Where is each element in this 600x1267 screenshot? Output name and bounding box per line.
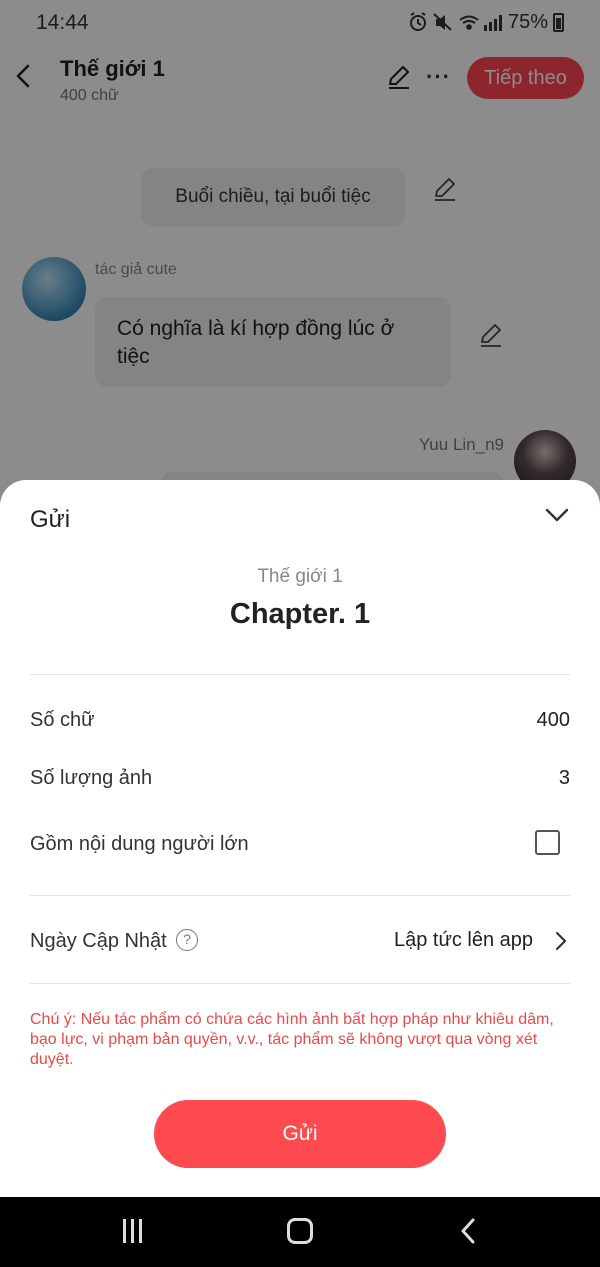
submit-bottom-sheet: Gửi Thế giới 1 Chapter. 1 Số chữ 400 Số …	[0, 480, 600, 1197]
back-icon[interactable]	[460, 1218, 476, 1244]
system-nav-bar	[0, 1197, 600, 1267]
chapter-name: Chapter. 1	[229, 598, 371, 630]
update-date-label: Ngày Cập Nhật	[30, 930, 167, 952]
chevron-down-icon[interactable]	[543, 506, 571, 524]
chevron-right-icon[interactable]	[555, 931, 567, 951]
image-count-value: 3	[558, 767, 570, 789]
recent-apps-icon[interactable]	[121, 1219, 145, 1243]
sheet-title: Gửi	[30, 506, 71, 533]
word-count-label: Số chữ	[30, 709, 95, 731]
divider	[30, 895, 570, 896]
submit-button[interactable]: Gửi	[154, 1100, 446, 1168]
content-notice: Chú ý: Nếu tác phẩm có chứa các hình ảnh…	[30, 1011, 554, 1068]
home-icon[interactable]	[287, 1218, 313, 1244]
work-name: Thế giới 1	[257, 566, 343, 587]
adult-content-checkbox[interactable]	[535, 830, 560, 855]
divider	[30, 983, 570, 984]
help-icon[interactable]: ?	[176, 929, 198, 951]
adult-content-label: Gồm nội dung người lớn	[30, 833, 249, 855]
divider	[30, 674, 570, 675]
update-date-value[interactable]: Lập tức lên app	[394, 929, 533, 952]
image-count-label: Số lượng ảnh	[30, 767, 153, 789]
word-count-value: 400	[536, 709, 570, 731]
